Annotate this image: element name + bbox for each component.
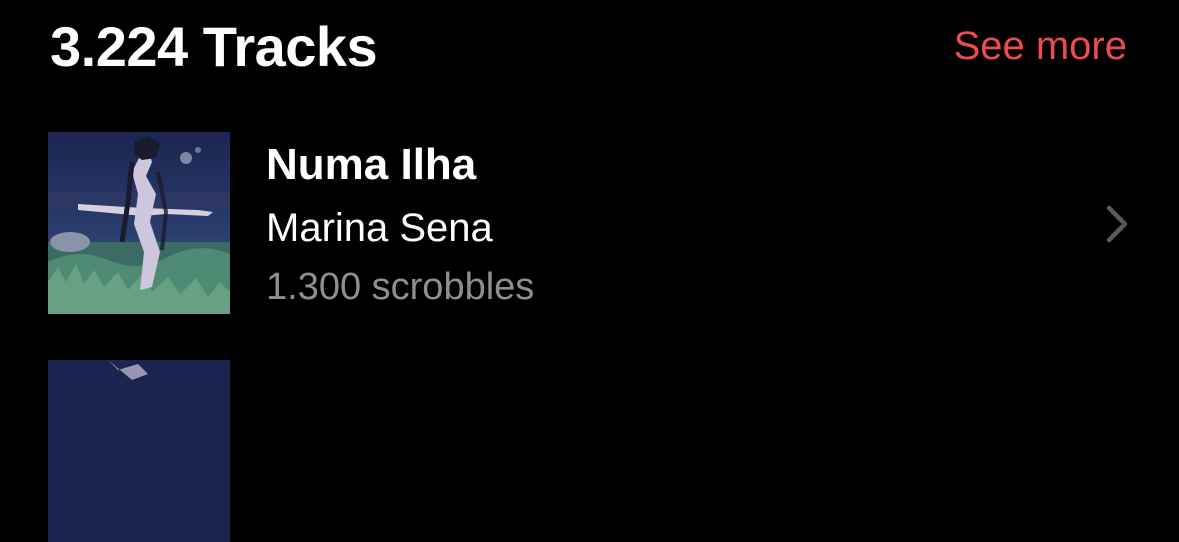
- track-scrobbles: 1.300 scrobbles: [266, 266, 535, 308]
- track-title: Numa Ilha: [266, 140, 477, 189]
- track-row[interactable]: Numa Ilha Marina Sena 1.300 scrobbles: [48, 132, 1179, 314]
- track-artist: Marina Sena: [266, 206, 493, 250]
- see-more-link[interactable]: See more: [954, 24, 1127, 69]
- section-title: 3.224 Tracks: [50, 14, 378, 78]
- track-row[interactable]: [48, 360, 1179, 542]
- section-header: 3.224 Tracks See more: [50, 6, 1127, 86]
- album-art: [48, 360, 230, 542]
- album-art: [48, 132, 230, 314]
- chevron-right-icon: [1105, 204, 1129, 244]
